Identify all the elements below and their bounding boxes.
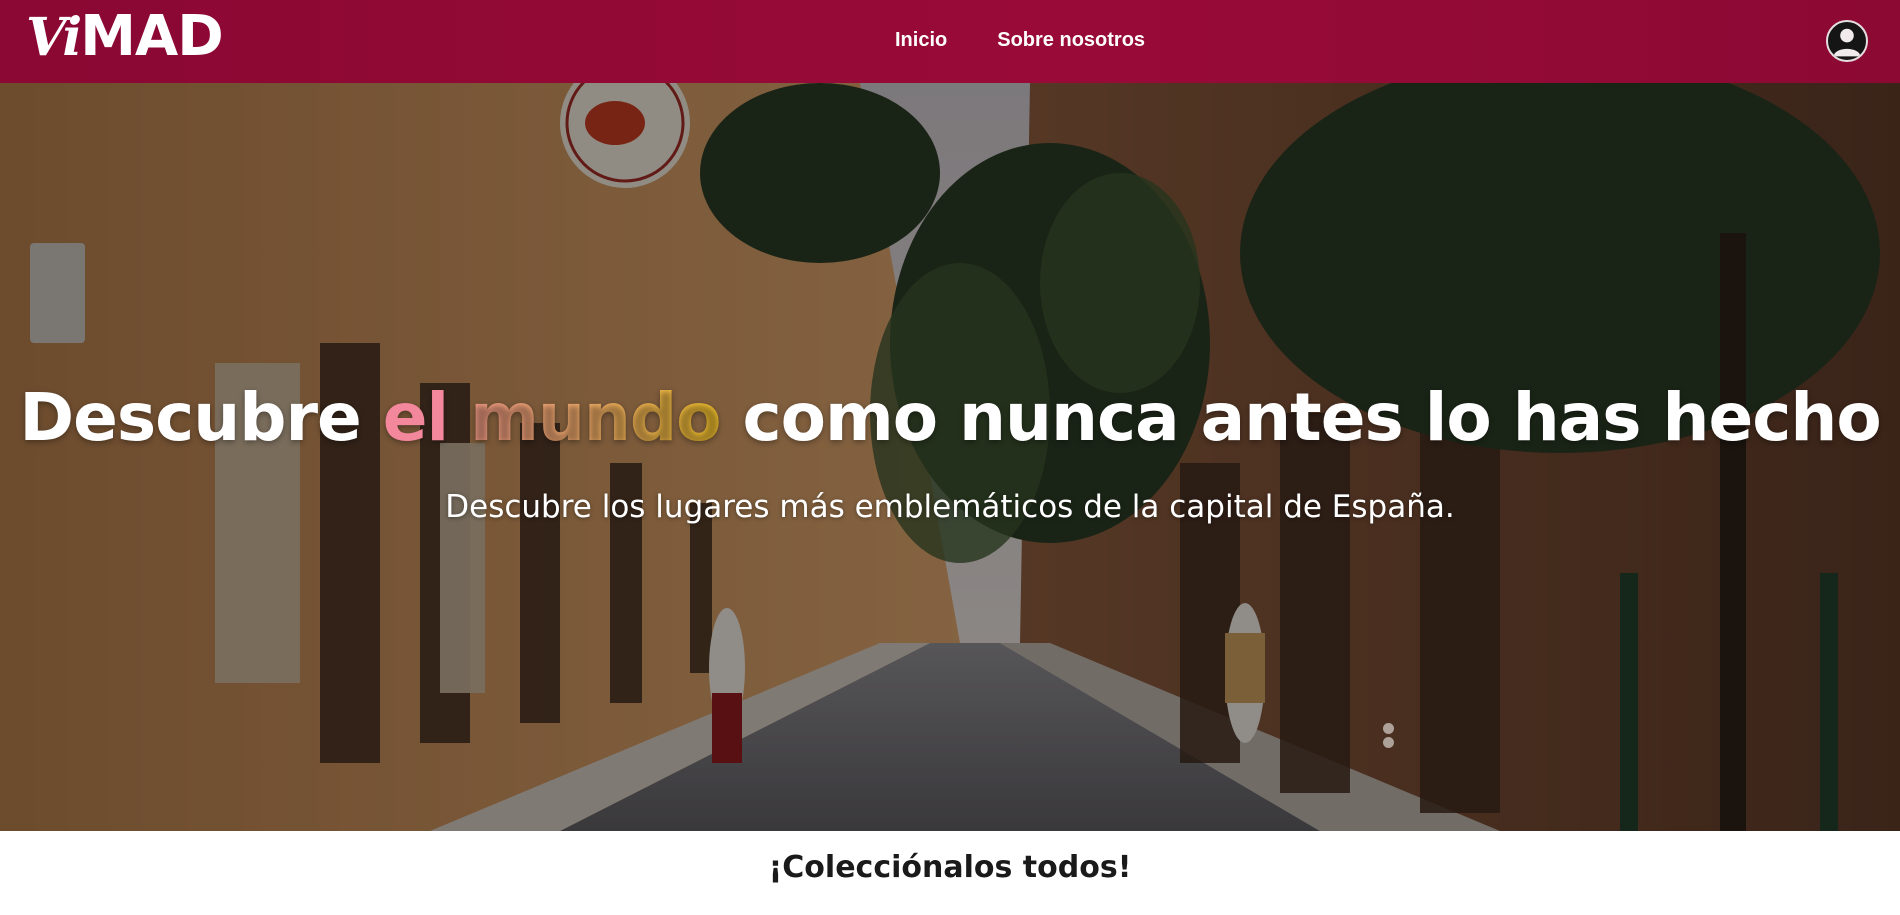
hero-banner: Descubre el mundo como nunca antes lo ha…: [0, 83, 1900, 831]
logo-mad-text: MAD: [80, 4, 224, 69]
hero-dark-overlay: [0, 83, 1900, 831]
hero-title-highlight-mundo: mundo: [470, 379, 721, 456]
hero-title-highlight-el: el: [382, 379, 449, 456]
top-navbar: Vi MAD Inicio Sobre nosotros: [0, 0, 1900, 83]
carousel-dot[interactable]: [1383, 723, 1394, 734]
logo-vi-text: Vi: [26, 7, 82, 68]
user-profile-button[interactable]: [1826, 20, 1868, 62]
nav-link-sobre-nosotros[interactable]: Sobre nosotros: [997, 29, 1145, 52]
hero-title-end: como nunca antes lo has hecho: [720, 379, 1881, 456]
vimad-logo[interactable]: Vi MAD: [26, 4, 224, 78]
user-avatar-icon: [1833, 28, 1861, 57]
hero-title-start: Descubre: [19, 379, 383, 456]
carousel-indicators: [1383, 723, 1394, 748]
hero-title: Descubre el mundo como nunca antes lo ha…: [0, 379, 1900, 456]
carousel-dot[interactable]: [1383, 737, 1394, 748]
hero-subtitle: Descubre los lugares más emblemáticos de…: [445, 489, 1455, 525]
main-nav: Inicio Sobre nosotros: [895, 29, 1145, 52]
collections-heading: ¡Colecciónalos todos!: [768, 850, 1132, 885]
nav-link-inicio[interactable]: Inicio: [895, 29, 947, 52]
